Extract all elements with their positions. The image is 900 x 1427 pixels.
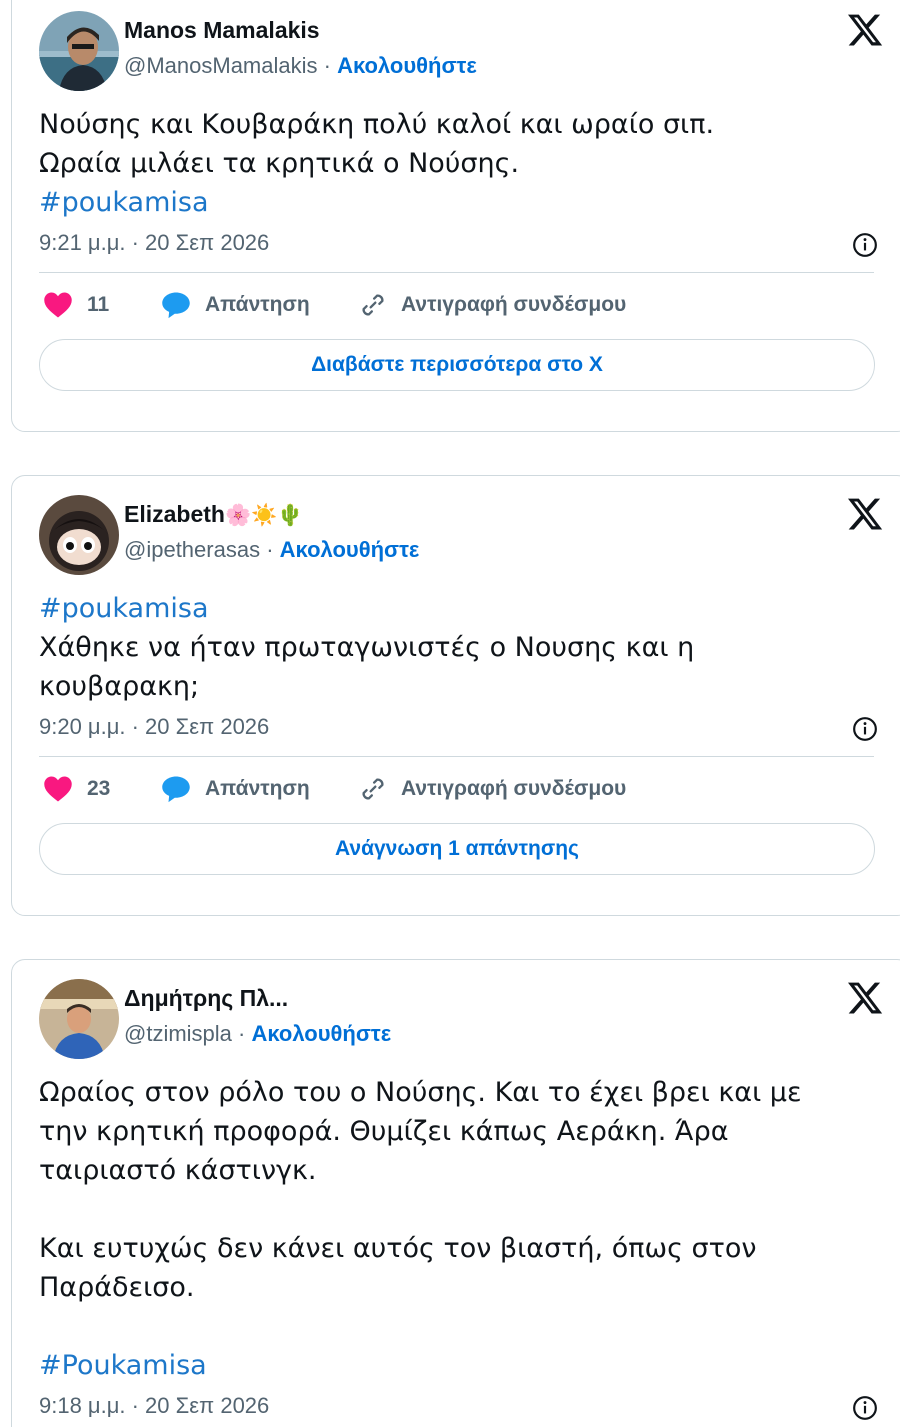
tweet-card: Elizabeth🌸☀️🌵 @ipetherasas · Ακολουθήστε…	[11, 475, 900, 916]
x-logo-icon[interactable]	[846, 11, 884, 49]
copy-link-label: Αντιγραφή συνδέσμου	[401, 293, 627, 316]
copy-link-label: Αντιγραφή συνδέσμου	[401, 777, 627, 800]
avatar[interactable]	[39, 11, 119, 91]
hashtag-link[interactable]: #poukamisa	[39, 187, 209, 218]
read-replies-button[interactable]: Ανάγνωση 1 απάντησης	[39, 823, 875, 875]
like-count: 11	[87, 293, 110, 316]
author-name[interactable]: Elizabeth🌸☀️🌵	[124, 501, 303, 528]
read-more-button[interactable]: Διαβάστε περισσότερα στο X	[39, 339, 875, 391]
heart-icon	[44, 292, 72, 318]
tweet-header: Manos Mamalakis @ManosMamalakis · Ακολου…	[39, 11, 884, 105]
reply-label: Απάντηση	[205, 777, 310, 800]
info-icon[interactable]	[852, 1395, 878, 1421]
reply-label: Απάντηση	[205, 293, 310, 316]
avatar[interactable]	[39, 979, 119, 1059]
tweet-text: Ωραίος στον ρόλο του ο Νούσης. Και το έχ…	[39, 1077, 802, 1381]
tweet-card: Δημήτρης Πλ... @tzimispla · Ακολουθήστε …	[11, 959, 900, 1427]
author-handle[interactable]: @ManosMamalakis	[124, 53, 318, 78]
tweet-header: Elizabeth🌸☀️🌵 @ipetherasas · Ακολουθήστε	[39, 495, 884, 589]
author-handle[interactable]: @ipetherasas	[124, 537, 260, 562]
tweet-header: Δημήτρης Πλ... @tzimispla · Ακολουθήστε	[39, 979, 884, 1073]
tweet-timestamp[interactable]: 9:20 μ.μ. · 20 Σεπ 2026	[39, 706, 884, 756]
heart-icon	[44, 776, 72, 802]
x-logo-icon[interactable]	[846, 979, 884, 1017]
copy-link-button[interactable]: Αντιγραφή συνδέσμου	[359, 291, 626, 319]
name-emoji: 🌸☀️🌵	[224, 504, 304, 527]
tweet-timestamp[interactable]: 9:21 μ.μ. · 20 Σεπ 2026	[39, 222, 884, 272]
author-handle-line: @ipetherasas · Ακολουθήστε	[124, 537, 420, 562]
tweet-timestamp[interactable]: 9:18 μ.μ. · 20 Σεπ 2026	[39, 1385, 884, 1427]
reply-bubble-icon	[162, 776, 190, 803]
info-icon[interactable]	[852, 232, 878, 258]
reply-bubble-icon	[162, 292, 190, 319]
like-button[interactable]: 11	[43, 291, 161, 319]
avatar[interactable]	[39, 495, 119, 575]
tweet-text: Νούσης και Κουβαράκη πολύ καλοί και ωραί…	[39, 109, 715, 218]
hashtag-link[interactable]: #Poukamisa	[39, 1350, 207, 1381]
follow-button[interactable]: Ακολουθήστε	[280, 537, 420, 562]
link-icon	[362, 778, 384, 800]
reply-button[interactable]: Απάντηση	[161, 291, 359, 319]
action-bar: 23 Απάντηση Αντιγραφή συνδέσμου	[39, 757, 884, 821]
tweet-card: Manos Mamalakis @ManosMamalakis · Ακολου…	[11, 0, 900, 432]
follow-button[interactable]: Ακολουθήστε	[337, 53, 477, 78]
x-logo-icon[interactable]	[846, 495, 884, 533]
action-bar: 11 Απάντηση Αντιγραφή συνδέσμου	[39, 273, 884, 337]
like-count: 23	[87, 777, 111, 800]
hashtag-link[interactable]: #poukamisa	[39, 593, 209, 624]
author-name[interactable]: Manos Mamalakis	[124, 17, 320, 44]
info-icon[interactable]	[852, 716, 878, 742]
follow-button[interactable]: Ακολουθήστε	[251, 1021, 391, 1046]
author-handle-line: @tzimispla · Ακολουθήστε	[124, 1021, 392, 1046]
author-handle-line: @ManosMamalakis · Ακολουθήστε	[124, 53, 477, 78]
author-handle[interactable]: @tzimispla	[124, 1021, 232, 1046]
author-name[interactable]: Δημήτρης Πλ...	[124, 985, 288, 1012]
link-icon	[362, 294, 384, 316]
copy-link-button[interactable]: Αντιγραφή συνδέσμου	[359, 775, 626, 803]
reply-button[interactable]: Απάντηση	[161, 775, 359, 803]
like-button[interactable]: 23	[43, 775, 161, 803]
tweet-text: #poukamisa Χάθηκε να ήταν πρωταγωνιστές …	[39, 593, 695, 702]
